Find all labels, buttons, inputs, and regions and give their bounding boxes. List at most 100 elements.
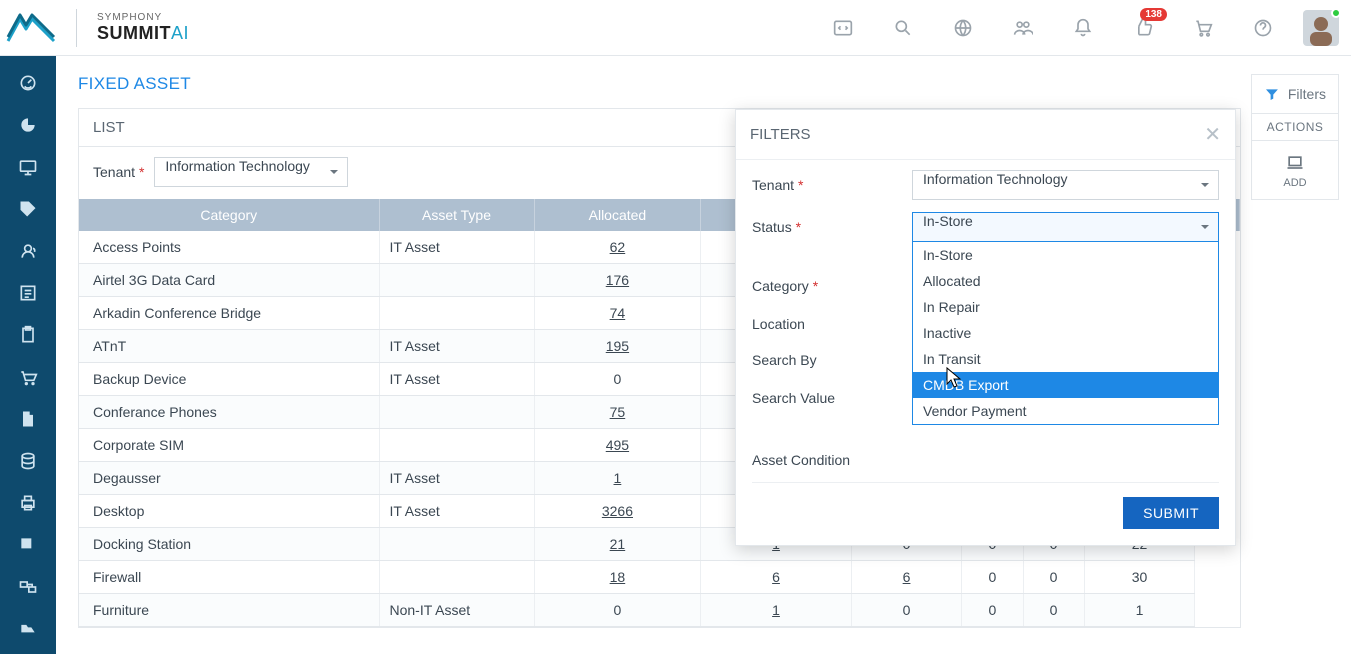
nav-list-icon[interactable] <box>0 272 56 314</box>
status-option[interactable]: In-Store <box>913 242 1218 268</box>
status-option[interactable]: In Transit <box>913 346 1218 372</box>
cell-category: Backup Device <box>79 363 379 396</box>
filter-assetcondition-label: Asset Condition <box>752 452 912 468</box>
globe-icon[interactable] <box>953 18 973 38</box>
code-icon[interactable] <box>833 18 853 38</box>
nav-cart-icon[interactable] <box>0 356 56 398</box>
brand-logo[interactable]: SYMPHONY SUMMITAI <box>6 9 189 47</box>
filters-label: Filters <box>1288 86 1326 102</box>
cell-category: Arkadin Conference Bridge <box>79 297 379 330</box>
cell-asset-type <box>379 528 534 561</box>
cell-allocated: 0 <box>534 594 701 627</box>
filter-tenant-select[interactable]: Information Technology <box>912 170 1219 200</box>
cell-asset-type: IT Asset <box>379 231 534 264</box>
cell-category: Corporate SIM <box>79 429 379 462</box>
cart-icon[interactable] <box>1193 18 1213 38</box>
cell-category: Access Points <box>79 231 379 264</box>
cell-asset-type: IT Asset <box>379 462 534 495</box>
add-label: ADD <box>1283 177 1306 189</box>
nav-clipboard-icon[interactable] <box>0 314 56 356</box>
cell-instore[interactable]: 6 <box>701 561 851 594</box>
thumbsup-icon[interactable]: 138 <box>1133 18 1153 38</box>
laptop-icon <box>1283 153 1307 173</box>
nav-agent-icon[interactable] <box>0 230 56 272</box>
nav-tag-icon[interactable] <box>0 188 56 230</box>
nav-dashboard-icon[interactable] <box>0 62 56 104</box>
header-toolbar: 138 <box>833 18 1273 38</box>
filter-status-label: Status * <box>752 219 912 235</box>
nav-file-icon[interactable] <box>0 398 56 440</box>
cell-asset-type <box>379 396 534 429</box>
cell-allocated[interactable]: 495 <box>534 429 701 462</box>
cell-col4: 0 <box>962 594 1023 627</box>
cell-col5: 0 <box>1023 594 1084 627</box>
user-avatar[interactable] <box>1303 10 1339 46</box>
table-row: Firewall18660030 <box>79 561 1240 594</box>
cell-allocated[interactable]: 3266 <box>534 495 701 528</box>
status-option[interactable]: In Repair <box>913 294 1218 320</box>
cell-instore[interactable]: 1 <box>701 594 851 627</box>
cell-col3[interactable]: 6 <box>851 561 962 594</box>
cell-category: Firewall <box>79 561 379 594</box>
search-icon[interactable] <box>893 18 913 38</box>
cell-col6: 1 <box>1084 594 1195 627</box>
brand-text: SYMPHONY SUMMITAI <box>97 12 189 44</box>
cell-allocated[interactable]: 18 <box>534 561 701 594</box>
column-header: Category <box>79 199 379 231</box>
mountain-logo-icon <box>6 11 56 45</box>
nav-monitor-icon[interactable] <box>0 146 56 188</box>
status-option[interactable]: Inactive <box>913 320 1218 346</box>
funnel-icon <box>1264 85 1280 103</box>
cell-col4: 0 <box>962 561 1023 594</box>
cell-allocated[interactable]: 21 <box>534 528 701 561</box>
cell-category: Degausser <box>79 462 379 495</box>
status-option[interactable]: CMDB Export <box>913 372 1218 398</box>
status-option[interactable]: Vendor Payment <box>913 398 1218 424</box>
page-title: FIXED ASSET <box>78 74 1241 94</box>
cell-allocated[interactable]: 74 <box>534 297 701 330</box>
nav-database-icon[interactable] <box>0 440 56 482</box>
bell-icon[interactable] <box>1073 18 1093 38</box>
cell-allocated[interactable]: 62 <box>534 231 701 264</box>
cell-allocated: 0 <box>534 363 701 396</box>
tenant-select[interactable]: Information Technology <box>154 157 348 187</box>
cell-allocated[interactable]: 195 <box>534 330 701 363</box>
cell-asset-type: Non-IT Asset <box>379 594 534 627</box>
people-icon[interactable] <box>1013 18 1033 38</box>
cell-asset-type: IT Asset <box>379 363 534 396</box>
filter-status-select[interactable]: In-Store In-StoreAllocatedIn RepairInact… <box>912 212 1219 242</box>
cell-col3: 0 <box>851 594 962 627</box>
cell-allocated[interactable]: 176 <box>534 264 701 297</box>
help-icon[interactable] <box>1253 18 1273 38</box>
notification-badge: 138 <box>1140 8 1167 21</box>
nav-reports-icon[interactable] <box>0 104 56 146</box>
status-option[interactable]: Allocated <box>913 268 1218 294</box>
filters-button[interactable]: Filters <box>1251 74 1339 114</box>
add-button[interactable]: ADD <box>1251 141 1339 200</box>
tenant-label: Tenant * <box>93 164 144 180</box>
nav-print-icon[interactable] <box>0 482 56 524</box>
cell-category: ATnT <box>79 330 379 363</box>
cell-asset-type: IT Asset <box>379 495 534 528</box>
cell-asset-type: IT Asset <box>379 330 534 363</box>
cell-col6: 30 <box>1084 561 1195 594</box>
filter-tenant-label: Tenant * <box>752 177 912 193</box>
nav-upload-icon[interactable] <box>0 608 56 650</box>
cell-col5: 0 <box>1023 561 1084 594</box>
logo-divider <box>76 9 77 47</box>
cell-category: Docking Station <box>79 528 379 561</box>
nav-transfer-icon[interactable] <box>0 566 56 608</box>
nav-edit-icon[interactable] <box>0 524 56 566</box>
filters-panel-title: FILTERS <box>750 126 811 143</box>
cell-allocated[interactable]: 75 <box>534 396 701 429</box>
left-nav <box>0 56 56 654</box>
submit-button[interactable]: SUBMIT <box>1123 497 1219 529</box>
cell-category: Furniture <box>79 594 379 627</box>
cell-asset-type <box>379 429 534 462</box>
cell-category: Airtel 3G Data Card <box>79 264 379 297</box>
cell-allocated[interactable]: 1 <box>534 462 701 495</box>
column-header: Allocated <box>534 199 701 231</box>
filter-searchvalue-label: Search Value <box>752 390 912 406</box>
close-icon[interactable]: ✕ <box>1204 122 1221 147</box>
table-row: FurnitureNon-IT Asset010001 <box>79 594 1240 627</box>
